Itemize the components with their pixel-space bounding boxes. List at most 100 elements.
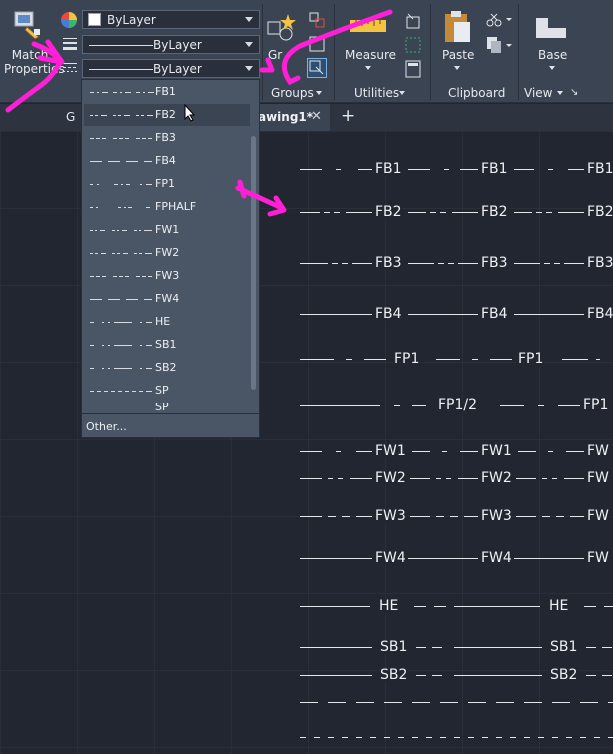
match-properties-button[interactable]: Match Properties <box>2 6 65 78</box>
group-button[interactable]: Gr <box>266 8 302 68</box>
linetype-option-sp-partial[interactable]: SP <box>84 403 250 412</box>
transparency-icon[interactable] <box>62 60 78 74</box>
panel-divider <box>518 4 519 100</box>
linetype-option-sp[interactable]: SP <box>84 380 250 402</box>
linetype-dropdown-list: FB1 FB2 FB3 FB4 FP1 FPHALF FW1 FW2 FW3 F… <box>81 79 260 438</box>
tab-partial-label[interactable]: G <box>66 110 75 124</box>
linetype-option-fw1[interactable]: FW1 <box>84 219 250 241</box>
dropdown-scroll-thumb[interactable] <box>251 136 256 390</box>
linetype-option-label: FW3 <box>155 269 180 282</box>
linetype-option-sb2[interactable]: SB2 <box>84 357 250 379</box>
linetype-sample-fw1: FW1 FW1 FW <box>300 444 613 458</box>
quick-select-button[interactable] <box>404 12 422 30</box>
lineweight-combo[interactable]: ByLayer <box>82 35 260 54</box>
panel-divider <box>262 4 263 100</box>
linetype-option-fw4[interactable]: FW4 <box>84 288 250 310</box>
dropdown-divider <box>82 413 259 414</box>
color-swatch <box>88 13 101 26</box>
panel-divider <box>430 4 431 100</box>
cut-button[interactable] <box>486 12 512 28</box>
linetype-option-label: HE <box>155 315 171 328</box>
linetype-text: FW3 <box>374 508 407 524</box>
linetype-text: HE <box>378 598 400 614</box>
copy-icon <box>487 37 512 53</box>
ungroup-button[interactable] <box>309 12 325 28</box>
linetype-combo[interactable]: ByLayer <box>82 59 260 78</box>
linetype-text: FP1 <box>582 397 610 413</box>
utilities-panel-label[interactable]: Utilities <box>354 86 399 100</box>
chevron-down-icon <box>454 66 460 70</box>
lineweight-icon[interactable] <box>62 36 78 52</box>
linetype-sample-fw4: FW4 FW4 FW <box>300 551 613 565</box>
view-panel-label[interactable]: View <box>524 86 552 100</box>
linetype-sample-fb3: FB3 FB3 FB3 <box>300 256 613 270</box>
copy-clip-button[interactable] <box>486 36 512 54</box>
color-combo[interactable]: ByLayer <box>82 10 260 29</box>
close-icon[interactable]: ✕ <box>311 109 322 124</box>
linetype-preview <box>89 69 153 70</box>
group-edit-button[interactable] <box>309 36 325 52</box>
autocad-window: Match Properties ByLayer ByLayer ByLayer… <box>0 0 613 754</box>
base-label: Base <box>538 48 568 62</box>
linetype-option-label: FW4 <box>155 292 180 305</box>
match-properties-label: Match Properties <box>4 48 65 76</box>
dialog-launcher-icon[interactable]: ↘ <box>570 87 578 98</box>
group-selection-button[interactable] <box>307 58 327 78</box>
linetype-sample-he: HE HE <box>300 599 613 613</box>
linetype-option-fb1[interactable]: FB1 <box>84 81 250 103</box>
linetype-option-label: SB1 <box>155 338 177 351</box>
linetype-option-sb1[interactable]: SB1 <box>84 334 250 356</box>
linetype-option-fp1[interactable]: FP1 <box>84 173 250 195</box>
linetype-option-fb3[interactable]: FB3 <box>84 127 250 149</box>
paste-button[interactable]: Paste <box>436 8 480 74</box>
linetype-text: FB3 <box>374 255 403 271</box>
linetype-combo-value: ByLayer <box>153 62 202 76</box>
linetype-text: SB2 <box>379 667 409 683</box>
linetype-text: SB1 <box>379 639 409 655</box>
measure-button[interactable]: Measure <box>340 8 396 74</box>
linetype-option-label: FB4 <box>155 154 176 167</box>
calculator-icon <box>405 60 421 78</box>
base-button[interactable]: Base <box>526 10 576 74</box>
linetype-option-fb4[interactable]: FB4 <box>84 150 250 172</box>
linetype-option-label: FP1 <box>155 177 175 190</box>
scissors-icon <box>486 13 512 27</box>
calculator-button[interactable] <box>405 60 421 78</box>
ungroup-icon <box>309 12 325 28</box>
mouse-cursor-icon <box>184 104 196 122</box>
linetype-option-label: SP <box>155 403 169 412</box>
linetype-text: FB1 <box>480 161 509 177</box>
linetype-other-label: Other... <box>86 420 127 433</box>
linetype-option-he[interactable]: HE <box>84 311 250 333</box>
linetype-text: FW1 <box>480 443 513 459</box>
linetype-option-fw3[interactable]: FW3 <box>84 265 250 287</box>
groups-panel-label[interactable]: Groups <box>271 86 314 100</box>
chevron-down-icon <box>316 91 322 95</box>
group-edit-icon <box>309 36 325 52</box>
paste-label: Paste <box>442 48 475 62</box>
linetype-option-label: FW2 <box>155 246 180 259</box>
linetype-text: FB4 <box>480 306 509 322</box>
linetype-sample-fb2: FB2 FB2 FB2 <box>300 205 613 219</box>
color-wheel-icon <box>61 12 77 28</box>
lineweight-combo-value: ByLayer <box>153 38 202 52</box>
match-properties-icon <box>14 11 40 40</box>
linetype-option-fw2[interactable]: FW2 <box>84 242 250 264</box>
linetype-option-label: FW1 <box>155 223 180 236</box>
linetype-option-label: FPHALF <box>155 200 197 213</box>
measure-label: Measure <box>345 48 396 62</box>
clipboard-panel-label[interactable]: Clipboard <box>448 86 505 100</box>
chevron-down-icon <box>549 66 555 70</box>
panel-divider <box>334 4 335 100</box>
chevron-down-icon <box>557 91 563 95</box>
linetype-option-fphalf[interactable]: FPHALF <box>84 196 250 218</box>
linetype-text: FW <box>586 508 610 524</box>
linetype-text: FW3 <box>480 508 513 524</box>
linetype-text: HE <box>548 598 570 614</box>
quick-select-icon <box>406 13 420 29</box>
linetype-text: FP1 <box>393 351 421 367</box>
linetype-option-fb2[interactable]: FB2 <box>84 104 250 126</box>
color-wheel-button[interactable] <box>60 11 78 29</box>
select-all-button[interactable] <box>404 36 422 54</box>
new-tab-button[interactable]: + <box>341 106 355 126</box>
